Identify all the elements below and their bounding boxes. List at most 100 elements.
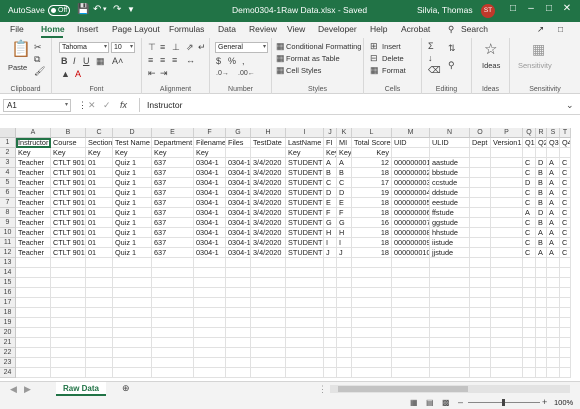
cell[interactable]: Files bbox=[226, 138, 251, 148]
increase-indent-icon[interactable]: ⇥ bbox=[160, 68, 168, 78]
cell[interactable]: 0304-1 bbox=[226, 248, 251, 258]
row-header[interactable]: 23 bbox=[0, 358, 16, 368]
cell[interactable] bbox=[392, 308, 430, 318]
ideas-button[interactable]: Ideas bbox=[482, 61, 500, 70]
row-header[interactable]: 18 bbox=[0, 308, 16, 318]
cell[interactable] bbox=[352, 348, 392, 358]
cell[interactable]: C bbox=[337, 178, 352, 188]
cell[interactable]: 01 bbox=[86, 168, 113, 178]
row-header[interactable]: 15 bbox=[0, 278, 16, 288]
cell[interactable]: Test Name bbox=[113, 138, 152, 148]
cell[interactable]: C bbox=[523, 248, 536, 258]
cell[interactable] bbox=[113, 368, 152, 378]
horizontal-scrollbar[interactable] bbox=[330, 385, 570, 393]
row-header[interactable]: 13 bbox=[0, 258, 16, 268]
cell[interactable]: C bbox=[560, 198, 571, 208]
cell[interactable] bbox=[352, 258, 392, 268]
cell[interactable] bbox=[547, 258, 560, 268]
column-header[interactable]: J bbox=[324, 128, 337, 138]
tab-acrobat[interactable]: Acrobat bbox=[401, 24, 430, 34]
cell[interactable]: 18 bbox=[352, 238, 392, 248]
cell[interactable]: B bbox=[536, 168, 547, 178]
cell[interactable] bbox=[286, 308, 324, 318]
cell[interactable]: iistude bbox=[430, 238, 470, 248]
row-header[interactable]: 9 bbox=[0, 218, 16, 228]
cell[interactable]: C bbox=[523, 238, 536, 248]
cell[interactable]: C bbox=[560, 208, 571, 218]
row-header[interactable]: 17 bbox=[0, 298, 16, 308]
cell[interactable] bbox=[113, 258, 152, 268]
cell[interactable]: LastName bbox=[286, 138, 324, 148]
cell[interactable] bbox=[51, 358, 86, 368]
column-header[interactable]: P bbox=[491, 128, 523, 138]
cell[interactable]: 01 bbox=[86, 158, 113, 168]
maximize-icon[interactable]: □ bbox=[541, 3, 557, 14]
middle-align-icon[interactable]: ≡ bbox=[160, 42, 165, 52]
cell[interactable]: 01 bbox=[86, 188, 113, 198]
cell[interactable]: 3/4/2020 bbox=[251, 218, 286, 228]
cell[interactable] bbox=[352, 298, 392, 308]
cell[interactable] bbox=[226, 348, 251, 358]
cell[interactable] bbox=[226, 308, 251, 318]
cell[interactable] bbox=[16, 358, 51, 368]
cell[interactable] bbox=[536, 368, 547, 378]
cell[interactable]: D bbox=[536, 158, 547, 168]
cell[interactable]: UID bbox=[392, 138, 430, 148]
cell[interactable]: A bbox=[547, 218, 560, 228]
zoom-level[interactable]: 100% bbox=[554, 398, 573, 407]
cell[interactable]: 01 bbox=[86, 198, 113, 208]
cell[interactable] bbox=[470, 218, 491, 228]
cell[interactable]: CTLT 901 bbox=[51, 218, 86, 228]
cell[interactable]: 18 bbox=[352, 198, 392, 208]
cell[interactable]: STUDENT bbox=[286, 238, 324, 248]
cell[interactable] bbox=[16, 348, 51, 358]
cell[interactable] bbox=[392, 148, 430, 158]
tab-page-layout[interactable]: Page Layout bbox=[112, 24, 160, 34]
cell[interactable]: 0304-1 bbox=[226, 228, 251, 238]
cell[interactable]: CTLT 901 bbox=[51, 198, 86, 208]
cell[interactable] bbox=[536, 328, 547, 338]
cell[interactable] bbox=[226, 328, 251, 338]
cell[interactable] bbox=[226, 338, 251, 348]
align-right-icon[interactable]: ≡ bbox=[172, 55, 177, 65]
sheet-options-icon[interactable]: ⋮ bbox=[318, 384, 327, 394]
cell[interactable]: A bbox=[547, 188, 560, 198]
search-box[interactable]: Search bbox=[461, 24, 488, 34]
cell[interactable] bbox=[194, 338, 226, 348]
cell[interactable]: 000000008 bbox=[392, 228, 430, 238]
format-button[interactable]: Format bbox=[382, 66, 406, 75]
cell[interactable]: 17 bbox=[352, 178, 392, 188]
cell[interactable]: A bbox=[547, 208, 560, 218]
cell[interactable]: Quiz 1 bbox=[113, 218, 152, 228]
cell[interactable] bbox=[547, 298, 560, 308]
cell[interactable] bbox=[560, 148, 571, 158]
row-header[interactable]: 24 bbox=[0, 368, 16, 378]
cell[interactable]: 0304-1 bbox=[226, 238, 251, 248]
insert-button[interactable]: Insert bbox=[382, 42, 401, 51]
cell[interactable] bbox=[523, 148, 536, 158]
row-header[interactable]: 19 bbox=[0, 318, 16, 328]
cell[interactable] bbox=[113, 298, 152, 308]
cell[interactable] bbox=[491, 298, 523, 308]
cell[interactable] bbox=[324, 278, 337, 288]
cell[interactable] bbox=[491, 278, 523, 288]
close-icon[interactable]: ✕ bbox=[559, 3, 575, 14]
cell[interactable]: Quiz 1 bbox=[113, 188, 152, 198]
cell[interactable]: 16 bbox=[352, 218, 392, 228]
cell[interactable] bbox=[470, 198, 491, 208]
cell[interactable] bbox=[286, 348, 324, 358]
cell[interactable] bbox=[251, 268, 286, 278]
cell[interactable] bbox=[470, 358, 491, 368]
cell[interactable]: 3/4/2020 bbox=[251, 238, 286, 248]
cell[interactable] bbox=[51, 268, 86, 278]
column-header[interactable]: C bbox=[86, 128, 113, 138]
cell[interactable] bbox=[286, 318, 324, 328]
cell[interactable]: Total Score bbox=[352, 138, 392, 148]
cell[interactable]: E bbox=[324, 198, 337, 208]
cell[interactable] bbox=[86, 258, 113, 268]
cell[interactable] bbox=[337, 268, 352, 278]
cell[interactable] bbox=[491, 158, 523, 168]
cell[interactable] bbox=[324, 358, 337, 368]
cell[interactable] bbox=[470, 338, 491, 348]
cell[interactable] bbox=[470, 248, 491, 258]
